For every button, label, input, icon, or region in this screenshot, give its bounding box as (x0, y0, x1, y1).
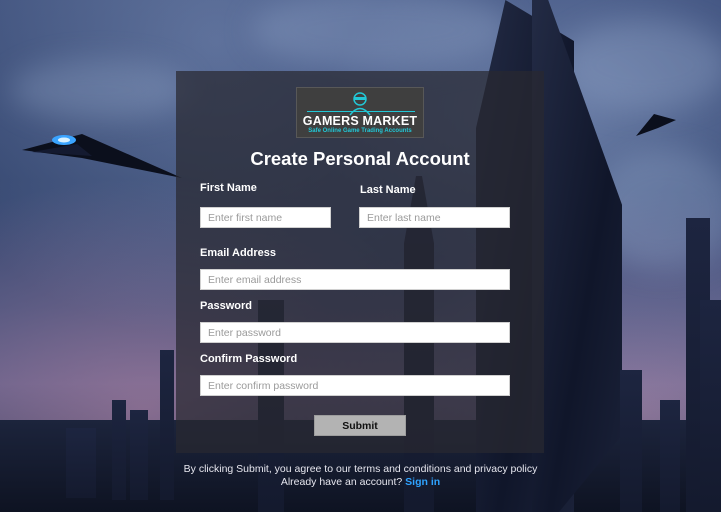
brand-tagline: Safe Online Game Trading Accounts (308, 128, 412, 134)
small-ship-graphic (636, 114, 676, 136)
page-title: Create Personal Account (250, 148, 470, 169)
terms-text: By clicking Submit, you agree to our ter… (183, 463, 538, 475)
gamer-avatar-icon (349, 92, 371, 116)
brand-name: GAMERS MARKET (302, 114, 418, 128)
signin-link[interactable]: Sign in (405, 476, 440, 488)
submit-button[interactable]: Submit (314, 415, 406, 436)
email-input[interactable] (200, 269, 510, 290)
spaceship-graphic (22, 134, 182, 178)
last-name-input[interactable] (359, 207, 510, 228)
have-account-text: Already have an account? (280, 476, 403, 488)
password-label: Password (200, 300, 252, 312)
gamers-market-logo: GAMERS MARKET Safe Online Game Trading A… (296, 87, 424, 138)
first-name-input[interactable] (200, 207, 331, 228)
confirm-password-label: Confirm Password (200, 353, 298, 365)
signin-prompt: Already have an account? Sign in (0, 476, 721, 488)
password-input[interactable] (200, 322, 510, 343)
last-name-label: Last Name (360, 184, 416, 196)
email-label: Email Address (200, 247, 277, 259)
confirm-password-input[interactable] (200, 375, 510, 396)
first-name-label: First Name (200, 182, 257, 194)
